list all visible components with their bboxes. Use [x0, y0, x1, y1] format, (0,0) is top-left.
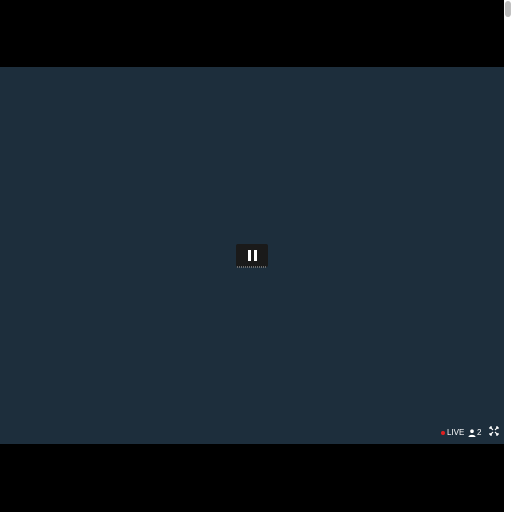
loading-indicator — [237, 266, 267, 268]
pause-icon — [247, 250, 251, 261]
live-dot-icon — [441, 431, 445, 435]
page: LIVE 2 — [0, 0, 512, 512]
live-label: LIVE — [447, 428, 465, 437]
fullscreen-icon[interactable] — [489, 426, 499, 436]
scrollbar-thumb[interactable] — [505, 1, 511, 17]
pause-button[interactable] — [236, 244, 268, 267]
live-badge: LIVE — [441, 427, 464, 439]
person-icon — [468, 429, 476, 437]
pause-icon-bar — [253, 250, 257, 261]
page-scrollbar[interactable] — [504, 0, 512, 512]
viewer-count: 2 — [468, 427, 481, 439]
viewer-count-value: 2 — [477, 428, 482, 437]
